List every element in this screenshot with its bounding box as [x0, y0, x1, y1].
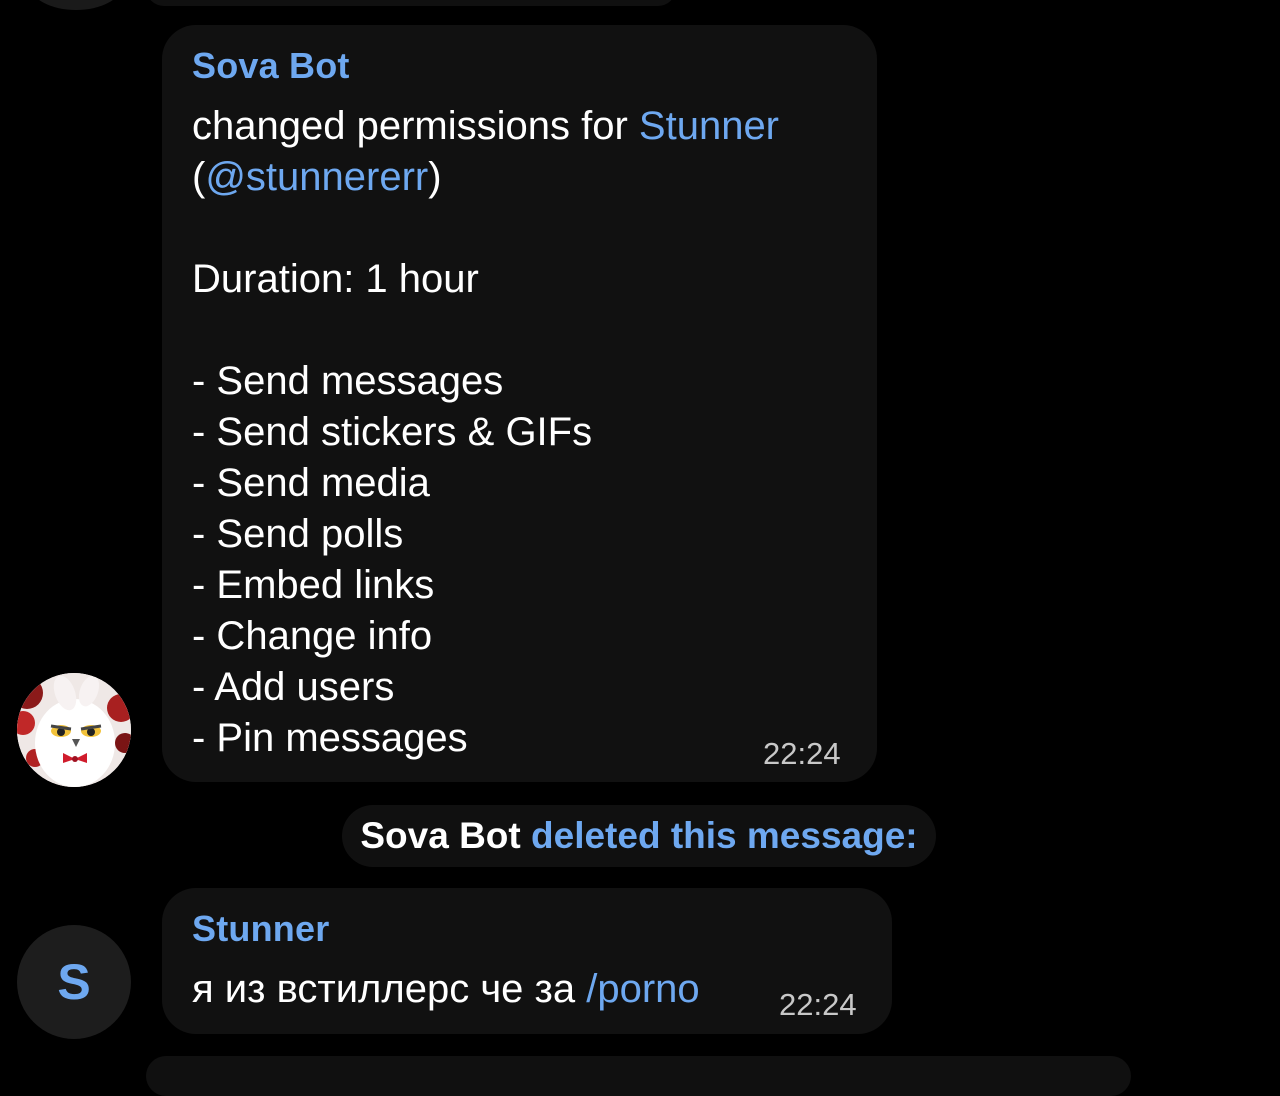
permission-item: - Send messages: [192, 359, 504, 403]
message-text-line-1: changed permissions for Stunner: [192, 101, 779, 152]
message-timestamp: 22:24: [763, 736, 841, 771]
service-message[interactable]: Sova Bot deleted this message:: [342, 805, 936, 867]
user-avatar-icon[interactable]: S: [17, 925, 131, 1039]
permission-item: - Embed links: [192, 563, 435, 607]
permission-item: - Change info: [192, 614, 433, 658]
permission-item: - Add users: [192, 665, 395, 709]
owl-avatar-icon[interactable]: [17, 673, 131, 787]
message-bubble-sova-bot[interactable]: Sova Bot changed permissions for Stunner…: [162, 25, 877, 782]
avatar-initial: S: [57, 954, 91, 1010]
paren-open: (: [192, 155, 206, 199]
message-text: changed permissions for: [192, 104, 639, 148]
permission-item: - Pin messages: [192, 716, 468, 760]
service-actor[interactable]: Sova Bot: [360, 815, 520, 857]
duration-text: Duration: 1 hour: [192, 257, 479, 301]
bot-command-link[interactable]: /porno: [586, 967, 699, 1011]
message-bubble-stunner[interactable]: Stunner я из встиллерс че за /porno 22:2…: [162, 888, 892, 1034]
message-body: я из встиллерс че за: [192, 967, 587, 1011]
message-timestamp: 22:24: [779, 987, 857, 1022]
owl-avatar-image: [17, 673, 131, 787]
username-link[interactable]: @stunnererr: [205, 155, 428, 199]
permission-item: - Send media: [192, 461, 430, 505]
previous-message-bubble: [146, 0, 676, 6]
sender-name[interactable]: Stunner: [192, 908, 329, 950]
previous-avatar: [30, 0, 122, 10]
message-text-line-2: (@stunnererr): [192, 152, 442, 203]
next-message-bubble: [146, 1056, 1131, 1096]
service-action-text: deleted this message:: [520, 815, 918, 856]
mention-link[interactable]: Stunner: [639, 104, 779, 148]
permission-item: - Send stickers & GIFs: [192, 410, 593, 454]
paren-close: ): [428, 155, 442, 199]
permission-item: - Send polls: [192, 512, 404, 556]
message-text: я из встиллерс че за /porno: [192, 964, 700, 1015]
sender-name[interactable]: Sova Bot: [192, 45, 350, 87]
